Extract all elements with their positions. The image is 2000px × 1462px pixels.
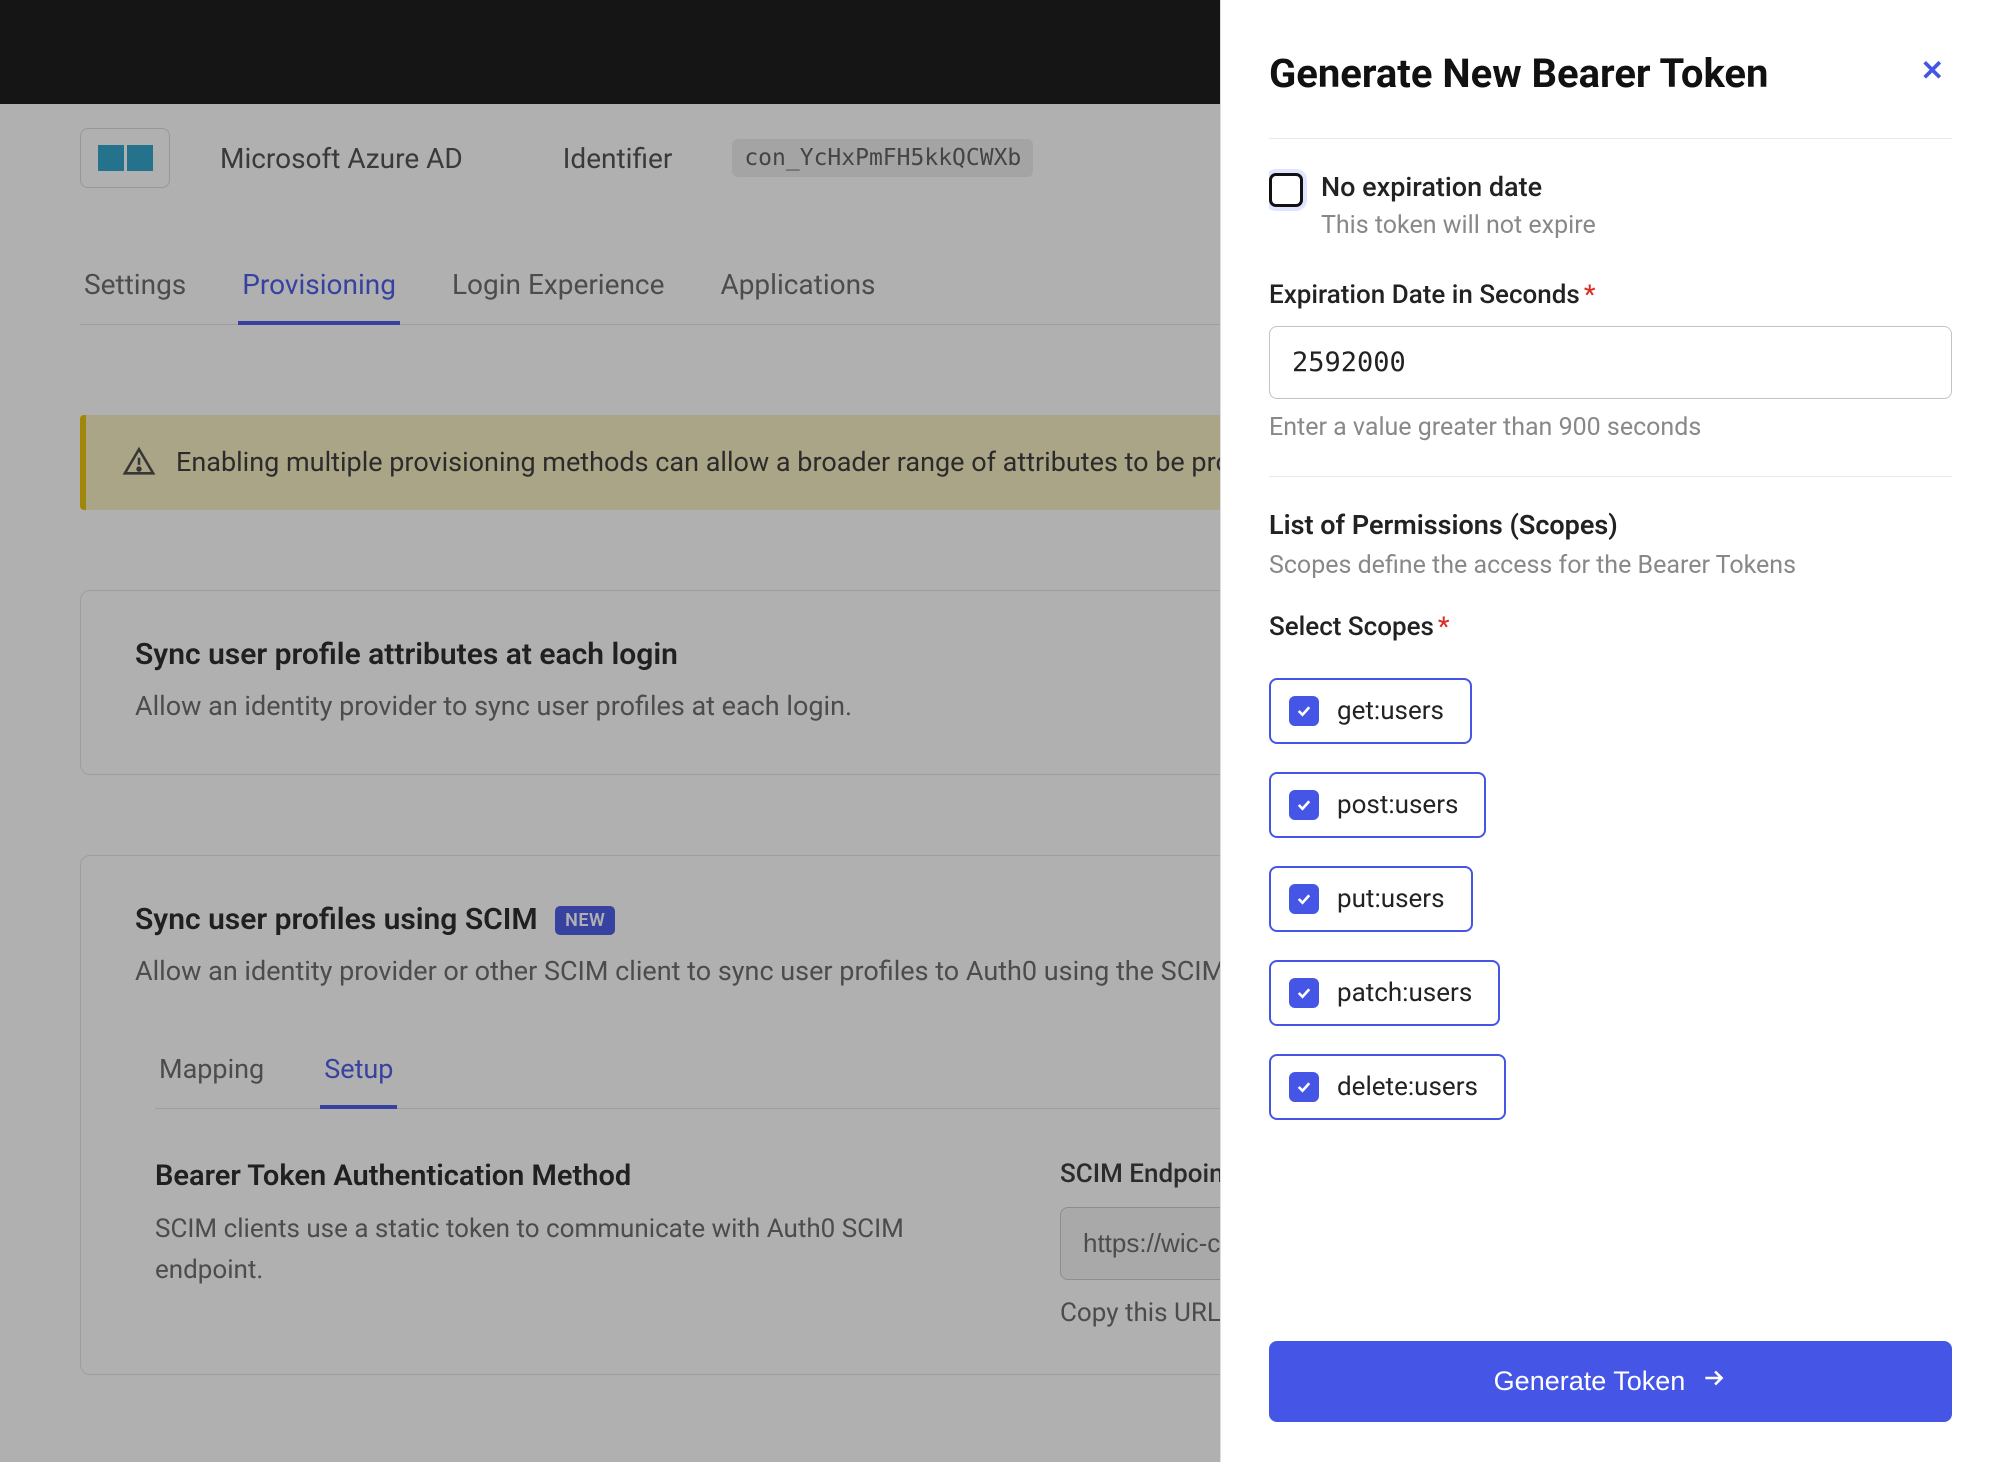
no-expiration-label: No expiration date <box>1321 171 1596 203</box>
arrow-right-icon <box>1701 1365 1727 1398</box>
generate-token-drawer: Generate New Bearer Token ✕ No expiratio… <box>1220 0 2000 1462</box>
scopes-list: get:users post:users put:users patch:use… <box>1269 678 1952 1120</box>
checkbox-checked-icon <box>1289 978 1319 1008</box>
generate-token-button[interactable]: Generate Token <box>1269 1341 1952 1422</box>
checkbox-checked-icon <box>1289 1072 1319 1102</box>
checkbox-checked-icon <box>1289 884 1319 914</box>
no-expiration-help: This token will not expire <box>1321 211 1596 240</box>
scopes-label: Select Scopes* <box>1269 612 1449 642</box>
permissions-heading: List of Permissions (Scopes) <box>1269 509 1952 541</box>
expiration-input[interactable] <box>1269 326 1952 399</box>
scope-get-users[interactable]: get:users <box>1269 678 1472 744</box>
checkbox-checked-icon <box>1289 696 1319 726</box>
expiration-label: Expiration Date in Seconds* <box>1269 280 1595 310</box>
drawer-title: Generate New Bearer Token <box>1269 50 1768 98</box>
scope-post-users[interactable]: post:users <box>1269 772 1486 838</box>
scope-patch-users[interactable]: patch:users <box>1269 960 1500 1026</box>
checkbox-checked-icon <box>1289 790 1319 820</box>
no-expiration-checkbox[interactable] <box>1269 173 1303 207</box>
scope-delete-users[interactable]: delete:users <box>1269 1054 1506 1120</box>
expiration-help: Enter a value greater than 900 seconds <box>1269 413 1952 442</box>
close-icon[interactable]: ✕ <box>1913 50 1952 91</box>
scope-put-users[interactable]: put:users <box>1269 866 1473 932</box>
permissions-desc: Scopes define the access for the Bearer … <box>1269 551 1952 580</box>
